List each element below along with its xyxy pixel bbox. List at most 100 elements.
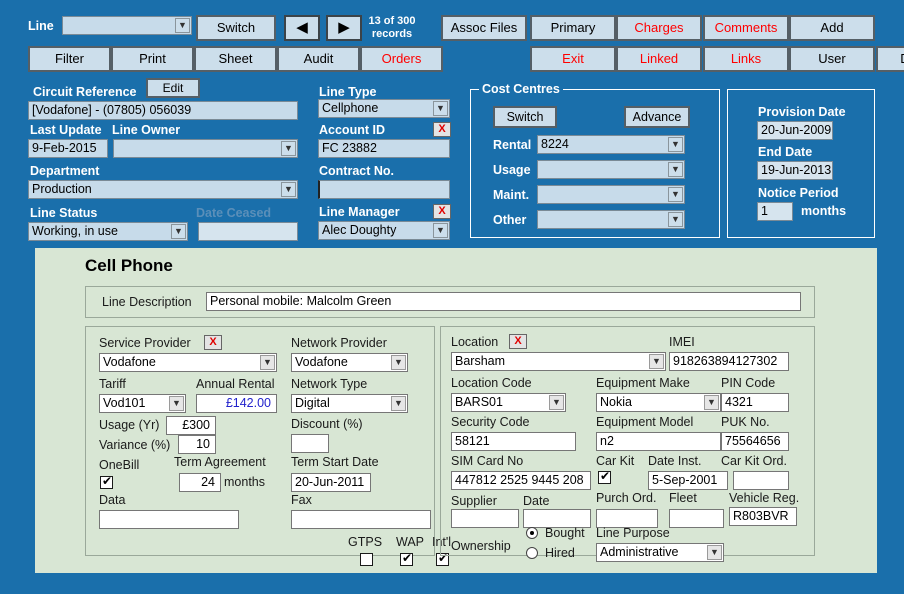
equipment-make-label: Equipment Make [596,376,690,390]
end-date-field[interactable]: 19-Jun-2013 [757,161,833,180]
chevron-down-icon[interactable]: ▼ [549,395,564,410]
switch-button[interactable]: Switch [196,15,276,41]
orders-button[interactable]: Orders [360,46,443,72]
fleet-field[interactable] [669,509,724,528]
department-select[interactable]: Production ▼ [28,180,298,199]
edit-button[interactable]: Edit [146,78,200,98]
line-description-field[interactable]: Personal mobile: Malcolm Green [206,292,801,311]
print-button[interactable]: Print [111,46,194,72]
line-manager-select[interactable]: Alec Doughty ▼ [318,221,450,240]
usage-select[interactable]: ▼ [537,160,685,179]
date-inst-field[interactable]: 5-Sep-2001 [648,471,728,490]
line-status-select[interactable]: Working, in use ▼ [28,222,188,241]
chevron-down-icon[interactable]: ▼ [707,545,722,560]
audit-button[interactable]: Audit [277,46,360,72]
service-provider-select[interactable]: Vodafone ▼ [99,353,277,372]
sim-card-no-field[interactable]: 447812 2525 9445 208 [451,471,591,490]
last-update-field[interactable]: 9-Feb-2015 [28,139,108,158]
chevron-down-icon[interactable]: ▼ [704,395,719,410]
date-ceased-field[interactable] [198,222,298,241]
discount-field[interactable] [291,434,329,453]
chevron-down-icon[interactable]: ▼ [668,212,683,227]
charges-button[interactable]: Charges [616,15,702,41]
filter-button[interactable]: Filter [28,46,111,72]
chevron-down-icon[interactable]: ▼ [668,187,683,202]
usage-yr-field[interactable]: £300 [166,416,216,435]
linked-button[interactable]: Linked [616,46,702,72]
pin-code-field[interactable]: 4321 [721,393,789,412]
line-purpose-select[interactable]: Administrative ▼ [596,543,724,562]
location-select[interactable]: Barsham ▼ [451,352,666,371]
chevron-down-icon[interactable]: ▼ [433,101,448,116]
rental-select[interactable]: 8224 ▼ [537,135,685,154]
date-ceased-label: Date Ceased [196,206,272,220]
sheet-button[interactable]: Sheet [194,46,277,72]
network-type-value: Digital [295,396,330,410]
user-button[interactable]: User [789,46,875,72]
gtps-checkbox[interactable] [360,553,373,566]
data-field[interactable] [99,510,239,529]
car-kit-ord-field[interactable] [733,471,789,490]
primary-button[interactable]: Primary [530,15,616,41]
chevron-down-icon[interactable]: ▼ [169,396,184,411]
account-id-field[interactable]: FC 23882 [318,139,450,158]
cost-centres-group: Cost Centres Switch Advance Rental 8224 … [470,82,720,238]
chevron-down-icon[interactable]: ▼ [649,354,664,369]
wap-checkbox[interactable] [400,551,413,566]
prev-record-button[interactable]: ◀ [284,15,320,41]
ownership-hired-radio[interactable] [526,547,538,559]
assoc-files-button[interactable]: Assoc Files [441,15,527,41]
location-clear-icon[interactable]: X [509,334,527,349]
provision-date-field[interactable]: 20-Jun-2009 [757,121,833,140]
term-start-date-field[interactable]: 20-Jun-2011 [291,473,371,492]
exit-button[interactable]: Exit [530,46,616,72]
chevron-down-icon[interactable]: ▼ [175,18,190,33]
chevron-down-icon[interactable]: ▼ [281,141,296,156]
cost-centres-switch-button[interactable]: Switch [493,106,557,128]
chevron-down-icon[interactable]: ▼ [281,182,296,197]
chevron-down-icon[interactable]: ▼ [391,355,406,370]
ownership-bought-radio[interactable] [526,527,538,539]
cost-centres-advance-button[interactable]: Advance [624,106,690,128]
line-manager-clear-icon[interactable]: X [433,204,451,219]
service-provider-clear-icon[interactable]: X [204,335,222,350]
variance-field[interactable]: 10 [178,435,216,454]
network-type-select[interactable]: Digital ▼ [291,394,408,413]
supplier-field[interactable] [451,509,519,528]
imei-label: IMEI [669,335,695,349]
equipment-model-field[interactable]: n2 [596,432,721,451]
account-id-clear-icon[interactable]: X [433,122,451,137]
chevron-down-icon[interactable]: ▼ [171,224,186,239]
contract-no-field[interactable] [318,180,450,199]
line-owner-select[interactable]: ▼ [113,139,298,158]
maint-select[interactable]: ▼ [537,185,685,204]
car-kit-checkbox[interactable] [598,469,611,484]
line-select[interactable]: ▼ [62,16,192,35]
chevron-down-icon[interactable]: ▼ [668,137,683,152]
term-agreement-units: months [224,475,265,489]
chevron-down-icon[interactable]: ▼ [260,355,275,370]
comments-button[interactable]: Comments [703,15,789,41]
chevron-down-icon[interactable]: ▼ [433,223,448,238]
onebill-checkbox[interactable] [100,474,113,489]
delete-button-hidden[interactable]: Delete [876,46,904,72]
notice-period-field[interactable]: 1 [757,202,793,221]
chevron-down-icon[interactable]: ▼ [668,162,683,177]
security-code-field[interactable]: 58121 [451,432,576,451]
annual-rental-field[interactable]: £142.00 [196,394,277,413]
vehicle-reg-field[interactable]: R803BVR [729,507,797,526]
network-provider-select[interactable]: Vodafone ▼ [291,353,408,372]
puk-no-field[interactable]: 75564656 [721,432,789,451]
circuit-reference-field[interactable]: [Vodafone] - (07805) 056039 [28,101,298,120]
other-select[interactable]: ▼ [537,210,685,229]
fax-field[interactable] [291,510,431,529]
tariff-select[interactable]: Vod101 ▼ [99,394,186,413]
links-button[interactable]: Links [703,46,789,72]
chevron-down-icon[interactable]: ▼ [391,396,406,411]
imei-field[interactable]: 918263894127302 [669,352,789,371]
term-agreement-field[interactable]: 24 [179,473,221,492]
location-code-select[interactable]: BARS01 ▼ [451,393,566,412]
line-type-select[interactable]: Cellphone ▼ [318,99,450,118]
add-button[interactable]: Add [789,15,875,41]
equipment-make-select[interactable]: Nokia ▼ [596,393,721,412]
